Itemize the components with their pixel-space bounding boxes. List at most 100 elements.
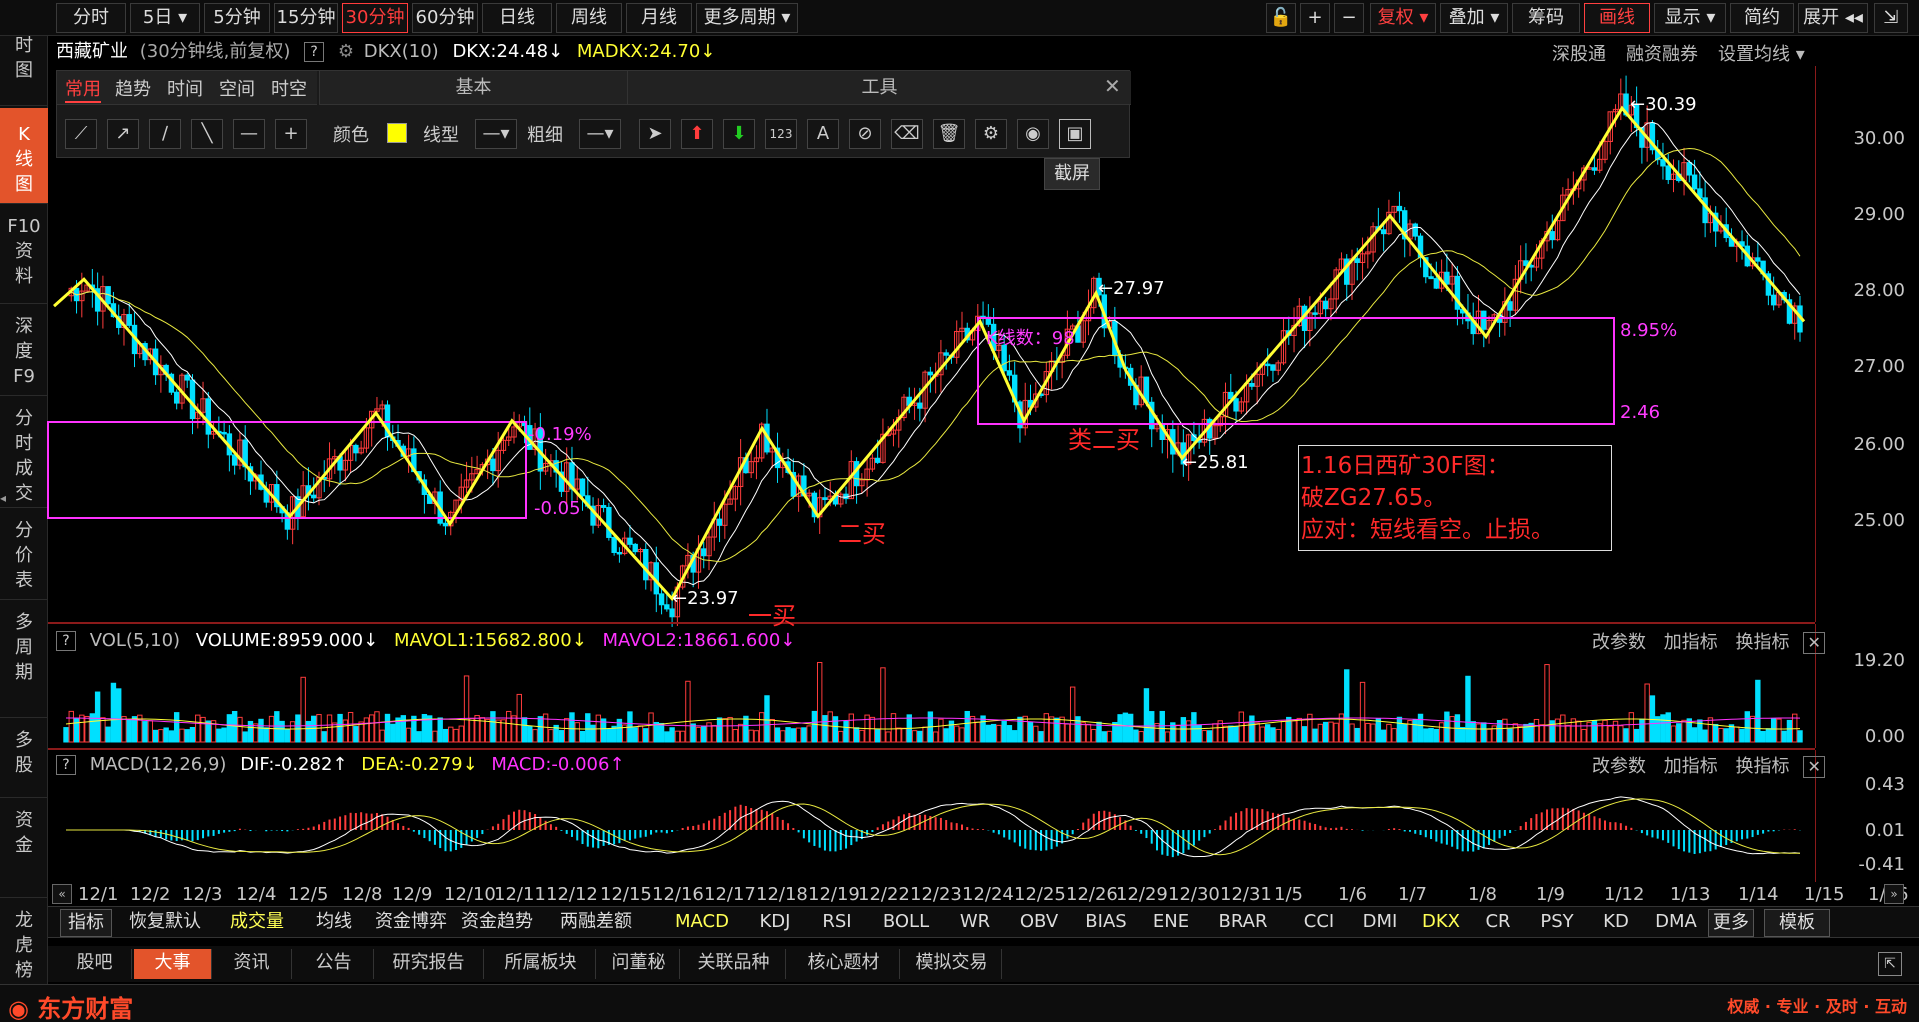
eye-icon[interactable]: ◉ [1017, 119, 1049, 149]
indicator-tab[interactable]: CR [1474, 909, 1522, 937]
trash-icon[interactable]: 🗑 [933, 119, 965, 149]
dif-arrow: ↑ [332, 754, 348, 775]
ray-line-icon[interactable]: ∕ [149, 119, 181, 149]
scroll-left-icon[interactable]: « [52, 884, 72, 904]
pointer-icon[interactable]: ➤ [639, 119, 671, 149]
cross-line-icon[interactable]: + [275, 119, 307, 149]
tab-common[interactable]: 常用 [65, 75, 101, 103]
popout-icon[interactable]: ⇱ [1878, 952, 1902, 976]
info-tab[interactable]: 股吧 [58, 949, 132, 979]
indicator-tab[interactable]: 恢复默认 [120, 909, 210, 937]
help-button[interactable]: ? [56, 631, 76, 651]
volume-bar [448, 726, 454, 743]
info-tab[interactable]: 模拟交易 [902, 949, 1002, 979]
text-icon[interactable]: A [807, 119, 839, 149]
indicator-tab[interactable]: CCI [1294, 909, 1344, 937]
volume-bar [685, 680, 691, 743]
close-drawing-toolbar[interactable]: ✕ [1104, 74, 1121, 98]
indicator-tab[interactable]: 模板 [1764, 909, 1830, 937]
settings-icon[interactable]: ⚙ [975, 119, 1007, 149]
indicator-tab[interactable]: BRAR [1210, 909, 1276, 937]
indicator-tab[interactable]: BIAS [1076, 909, 1136, 937]
indicator-tab[interactable]: 资金博弈 [372, 909, 450, 937]
indicator-tab[interactable]: 指标 [60, 909, 112, 937]
volume-bar [1428, 727, 1434, 743]
candle [1481, 310, 1487, 330]
eraser-icon[interactable]: ⌫ [891, 119, 923, 149]
info-tab[interactable]: 资讯 [212, 949, 292, 979]
tab-time[interactable]: 时间 [167, 75, 203, 101]
panel-divider[interactable] [48, 748, 1815, 750]
volume-bar [163, 727, 169, 743]
indicator-tab[interactable]: DMI [1354, 909, 1406, 937]
info-tab[interactable]: 问董秘 [598, 949, 680, 979]
line-type-select[interactable]: —▾ [475, 119, 517, 149]
volume-bar [1270, 727, 1276, 743]
add-indicator-button[interactable]: 加指标 [1664, 632, 1718, 653]
indicator-tab[interactable]: 更多 [1708, 909, 1754, 937]
volume-bar [332, 722, 338, 743]
volume-bar [490, 711, 496, 743]
close-icon[interactable]: ✕ [1803, 632, 1826, 654]
info-tab[interactable]: 公告 [294, 949, 374, 979]
panel-divider[interactable] [48, 622, 1815, 624]
info-tab[interactable]: 关联品种 [682, 949, 786, 979]
info-tab[interactable]: 所属板块 [486, 949, 596, 979]
candle [658, 593, 665, 606]
info-tab[interactable]: 研究报告 [374, 949, 484, 979]
horizontal-line-icon[interactable]: — [233, 119, 265, 149]
screenshot-icon[interactable]: ▣ [1059, 119, 1091, 149]
info-tab[interactable]: 大事 [134, 949, 212, 979]
thickness-select[interactable]: —▾ [579, 119, 621, 149]
edit-params-button[interactable]: 改参数 [1592, 756, 1646, 777]
color-swatch[interactable] [387, 123, 407, 143]
number-icon[interactable]: 123 [765, 119, 797, 149]
indicator-tab[interactable]: PSY [1532, 909, 1582, 937]
indicator-tab[interactable]: ENE [1146, 909, 1196, 937]
tab-space[interactable]: 空间 [219, 75, 255, 101]
volume-bar [200, 716, 206, 743]
switch-indicator-button[interactable]: 换指标 [1735, 756, 1789, 777]
scroll-right-icon[interactable]: » [1884, 884, 1904, 904]
indicator-tab[interactable]: KDJ [750, 909, 800, 937]
volume-bar [896, 727, 902, 743]
help-button[interactable]: ? [56, 755, 76, 775]
down-arrow-icon[interactable]: ⬇ [723, 119, 755, 149]
edit-params-button[interactable]: 改参数 [1592, 632, 1646, 653]
indicator-tab[interactable]: DKX [1416, 909, 1466, 937]
indicator-tab[interactable]: 两融差额 [544, 909, 648, 937]
volume-bar [938, 718, 944, 743]
indicator-tab[interactable]: DMA [1648, 909, 1704, 937]
volume-bar [432, 730, 438, 743]
tab-trend[interactable]: 趋势 [115, 75, 151, 101]
add-indicator-button[interactable]: 加指标 [1664, 756, 1718, 777]
volume-bar [1676, 723, 1682, 743]
volume-bar [1370, 723, 1376, 743]
candle [353, 444, 359, 454]
up-arrow-icon[interactable]: ⬆ [681, 119, 713, 149]
ruler-icon[interactable]: ⊘ [849, 119, 881, 149]
arrow-line-icon[interactable]: ↗ [107, 119, 139, 149]
volume-bar [1544, 664, 1550, 743]
switch-indicator-button[interactable]: 换指标 [1735, 632, 1789, 653]
indicator-tab[interactable]: BOLL [874, 909, 938, 937]
candle [943, 352, 949, 356]
indicator-tab[interactable]: KD [1596, 909, 1636, 937]
indicator-tab[interactable]: WR [950, 909, 1000, 937]
indicator-tab[interactable]: MACD [668, 909, 736, 937]
volume-bar [506, 710, 512, 743]
indicator-tab[interactable]: RSI [812, 909, 862, 937]
volume-bar [1333, 722, 1339, 743]
indicator-tab[interactable]: 均线 [304, 909, 364, 937]
tab-timespace[interactable]: 时空 [271, 75, 307, 101]
straight-line-icon[interactable]: ╲ [191, 119, 223, 149]
volume-bar [258, 718, 264, 743]
info-tab[interactable]: 核心题材 [788, 949, 900, 979]
volume-bar [1059, 716, 1065, 743]
indicator-tab[interactable]: 成交量 [220, 909, 294, 937]
note-box[interactable]: 1.16日西矿30F图： 破ZG27.65。 应对：短线看空。止损。 [1298, 445, 1612, 551]
indicator-tab[interactable]: 资金趋势 [458, 909, 536, 937]
indicator-tab[interactable]: OBV [1012, 909, 1066, 937]
segment-line-icon[interactable]: ⟋ [65, 119, 97, 149]
close-icon[interactable]: ✕ [1803, 756, 1826, 778]
